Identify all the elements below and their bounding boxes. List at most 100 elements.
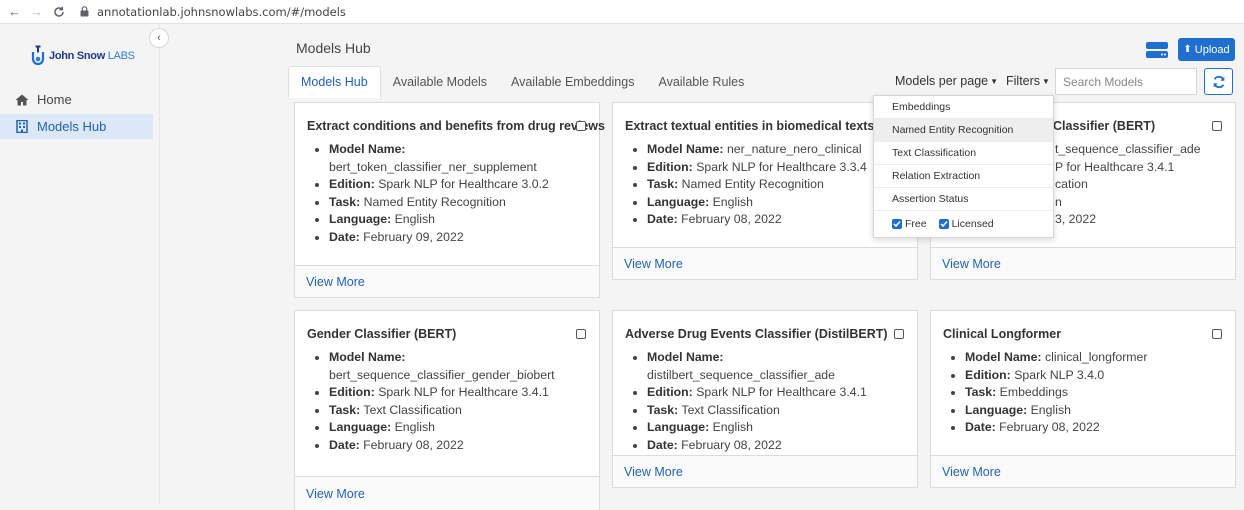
field-label: Edition:	[329, 385, 375, 400]
view-more-link[interactable]: View More	[295, 265, 599, 297]
refresh-button[interactable]	[1204, 68, 1233, 95]
address-bar[interactable]: annotationlab.johnsnowlabs.com/#/models	[80, 5, 346, 19]
model-name-value: bert_sequence_classifier_gender_biobert	[329, 367, 555, 382]
field-label: Task:	[329, 194, 361, 209]
language-value: English	[712, 194, 753, 209]
filter-option-text-classification[interactable]: Text Classification	[874, 142, 1053, 165]
card-title: Classifier (BERT)	[1053, 119, 1156, 133]
field-label: Language:	[965, 402, 1028, 417]
card-details: Model Name: bert_token_classifier_ner_sup…	[329, 141, 591, 247]
card-checkbox[interactable]	[894, 329, 904, 339]
tab-available-models[interactable]: Available Models	[381, 66, 499, 98]
upload-label: Upload	[1194, 43, 1230, 56]
task-row: cation	[1055, 176, 1227, 194]
filters-menu: Embeddings Named Entity Recognition Text…	[873, 95, 1054, 238]
task-row: Task: Text Classification	[647, 402, 909, 420]
sidebar: John Snow LABS Home Models Hub	[0, 25, 160, 504]
task-value: cation	[1055, 177, 1088, 192]
tab-available-embeddings[interactable]: Available Embeddings	[499, 66, 646, 98]
language-row: Language: English	[647, 194, 909, 212]
view-more-link[interactable]: View More	[613, 247, 917, 279]
field-label: Edition:	[647, 385, 693, 400]
task-value: Named Entity Recognition	[363, 194, 506, 209]
model-name-row: Model Name: bert_token_classifier_ner_sup…	[329, 141, 591, 176]
edition-row: Edition: Spark NLP for Healthcare 3.3.4	[647, 159, 909, 177]
card-details: Model Name: distilbert_sequence_classifi…	[647, 349, 909, 455]
card-title: Gender Classifier (BERT)	[307, 327, 457, 341]
date-value: February 08, 2022	[681, 212, 782, 227]
filters-dropdown[interactable]: Filters ▼	[1006, 74, 1050, 88]
server-icon[interactable]	[1145, 40, 1169, 60]
page-title: Models Hub	[296, 40, 371, 56]
free-checkbox[interactable]: Free	[892, 218, 927, 230]
upload-icon: ⬆	[1183, 44, 1192, 55]
view-more-link[interactable]: View More	[613, 455, 917, 487]
caret-down-icon: ▼	[1042, 77, 1050, 86]
model-card: Adverse Drug Events Classifier (DistilBE…	[612, 310, 918, 488]
task-value: Text Classification	[363, 402, 462, 417]
filter-option-named-entity-recognition[interactable]: Named Entity Recognition	[874, 119, 1053, 142]
card-title: Adverse Drug Events Classifier (DistilBE…	[625, 327, 888, 341]
reload-icon[interactable]	[50, 3, 67, 20]
view-more-link[interactable]: View More	[931, 247, 1235, 279]
sidebar-item-models-hub[interactable]: Models Hub	[0, 114, 153, 139]
edition-value: Spark NLP for Healthcare 3.4.1	[696, 385, 867, 400]
language-row: Language: English	[329, 419, 591, 437]
card-checkbox[interactable]	[576, 121, 586, 131]
model-name-row: Model Name: bert_sequence_classifier_gend…	[329, 349, 591, 384]
filter-option-embeddings[interactable]: Embeddings	[874, 96, 1053, 119]
logo[interactable]: John Snow LABS	[30, 45, 135, 67]
model-name-value: distilbert_sequence_classifier_ade	[647, 367, 835, 382]
tab-available-rules[interactable]: Available Rules	[646, 66, 756, 98]
model-name-value: clinical_longformer	[1044, 350, 1148, 364]
language-row: Language: English	[329, 211, 591, 229]
models-per-page-dropdown[interactable]: Models per page ▼	[895, 74, 998, 88]
edition-value: Spark NLP for Healthcare 3.3.4	[696, 159, 867, 174]
field-label: Date:	[647, 212, 678, 227]
model-card: Extract conditions and benefits from dru…	[294, 102, 605, 298]
logo-name: John Snow	[49, 50, 105, 62]
date-value: February 08, 2022	[363, 437, 464, 452]
lock-icon	[80, 6, 89, 17]
card-checkbox[interactable]	[576, 329, 586, 339]
view-more-link[interactable]: View More	[295, 476, 599, 510]
filter-option-relation-extraction[interactable]: Relation Extraction	[874, 165, 1053, 188]
url-text: annotationlab.johnsnowlabs.com/#/models	[97, 4, 346, 19]
model-name-value: t_sequence_classifier_ade	[1055, 142, 1201, 156]
edition-row: Edition: Spark NLP for Healthcare 3.0.2	[329, 176, 591, 194]
tab-bar: Models Hub Available Models Available Em…	[288, 66, 756, 98]
language-value: English	[1030, 402, 1071, 417]
logo-suffix: LABS	[107, 50, 135, 62]
field-label: Language:	[329, 420, 392, 435]
model-name-row: Model Name: clinical_longformer	[965, 349, 1227, 367]
collapse-sidebar-button[interactable]: ‹	[149, 28, 169, 48]
date-row: Date: February 08, 2022	[647, 437, 909, 455]
language-row: n	[1055, 194, 1227, 212]
model-card: Gender Classifier (BERT) Model Name: bert…	[294, 310, 600, 510]
task-row: Task: Embeddings	[965, 384, 1227, 402]
language-value: n	[1055, 194, 1062, 209]
edition-value: Spark NLP for Healthcare 3.4.1	[378, 385, 549, 400]
search-input[interactable]	[1055, 68, 1197, 95]
back-icon[interactable]: ←	[6, 3, 23, 20]
sidebar-item-home[interactable]: Home	[0, 87, 153, 112]
date-value: 3, 2022	[1055, 212, 1097, 227]
card-details: t_sequence_classifier_ade P for Healthca…	[1055, 141, 1227, 229]
task-value: Text Classification	[681, 402, 780, 417]
forward-icon[interactable]: →	[28, 3, 45, 20]
card-checkbox[interactable]	[1212, 121, 1222, 131]
card-checkbox[interactable]	[1212, 329, 1222, 339]
date-row: Date: February 08, 2022	[647, 211, 909, 229]
filters-label: Filters	[1006, 74, 1041, 88]
building-icon	[14, 120, 30, 133]
licensed-checkbox[interactable]: Licensed	[938, 218, 994, 230]
filter-option-assertion-status[interactable]: Assertion Status	[874, 188, 1053, 211]
field-label: Date:	[329, 437, 360, 452]
view-more-link[interactable]: View More	[931, 455, 1235, 487]
field-label: Date:	[647, 437, 678, 452]
card-details: Model Name: ner_nature_nero_clinical Edi…	[647, 141, 909, 229]
upload-button[interactable]: ⬆ Upload	[1178, 38, 1235, 61]
tab-models-hub[interactable]: Models Hub	[288, 66, 381, 98]
card-details: Model Name: clinical_longformer Edition:…	[965, 349, 1227, 437]
field-label: Model Name:	[329, 350, 406, 364]
